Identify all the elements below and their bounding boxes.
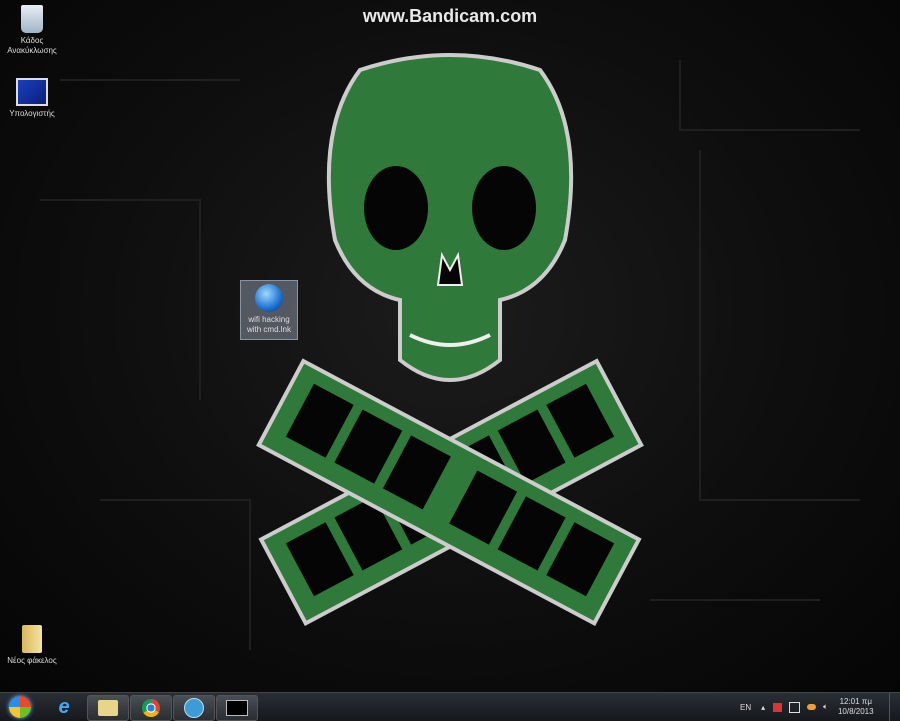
start-button[interactable]	[2, 695, 38, 719]
folder-icon	[98, 700, 118, 716]
skull-crossbones-wallpaper	[40, 53, 860, 650]
chrome-icon	[142, 699, 160, 717]
system-tray: EN ▴ 🔈︎ 12:01 πμ 10/8/2013	[740, 693, 874, 721]
folder-icon	[22, 625, 42, 653]
desktop-icon-label: wifi hacking with cmd.lnk	[246, 315, 291, 334]
recycle-bin-icon	[21, 5, 43, 33]
volume-icon[interactable]: 🔈︎	[823, 702, 828, 712]
desktop-icon-computer[interactable]: Υπολογιστής	[0, 78, 64, 119]
taskbar: e EN ▴ 🔈︎ 12:01 πμ 10/8/2013	[0, 692, 900, 721]
language-indicator[interactable]: EN	[740, 703, 751, 712]
app-circle-icon	[184, 698, 204, 718]
clock[interactable]: 12:01 πμ 10/8/2013	[838, 697, 874, 717]
action-center-icon[interactable]	[773, 702, 783, 712]
show-desktop-button[interactable]	[889, 693, 900, 721]
taskbar-app-blue-circle[interactable]	[173, 695, 215, 721]
desktop-icon-wifi-shortcut[interactable]: wifi hacking with cmd.lnk	[240, 280, 298, 340]
desktop-icon-label: Υπολογιστής	[9, 109, 55, 118]
bandicam-watermark: www.Bandicam.com	[362, 6, 538, 26]
app-tray-icon[interactable]	[807, 704, 817, 710]
desktop-icon-recycle-bin[interactable]: Κάδος Ανακύκλωσης	[0, 5, 64, 56]
clock-time: 12:01 πμ	[839, 697, 872, 706]
internet-explorer-icon: e	[58, 695, 70, 718]
desktop-icon-new-folder[interactable]: Νέος φάκελος	[0, 625, 64, 666]
taskbar-command-prompt[interactable]	[216, 695, 258, 721]
taskbar-internet-explorer[interactable]: e	[44, 695, 84, 719]
windows-logo-icon	[9, 696, 31, 718]
command-prompt-icon	[226, 700, 248, 716]
desktop-wallpaper	[0, 0, 900, 692]
clock-date: 10/8/2013	[837, 707, 874, 716]
shortcut-globe-icon	[255, 284, 283, 312]
desktop-icon-label: Νέος φάκελος	[7, 656, 57, 665]
desktop-icon-label: Κάδος Ανακύκλωσης	[7, 36, 57, 55]
taskbar-windows-explorer[interactable]	[87, 695, 129, 721]
network-icon[interactable]	[789, 701, 801, 713]
taskbar-google-chrome[interactable]	[130, 695, 172, 721]
computer-icon	[16, 78, 48, 106]
show-hidden-icons-icon[interactable]: ▴	[761, 703, 765, 712]
